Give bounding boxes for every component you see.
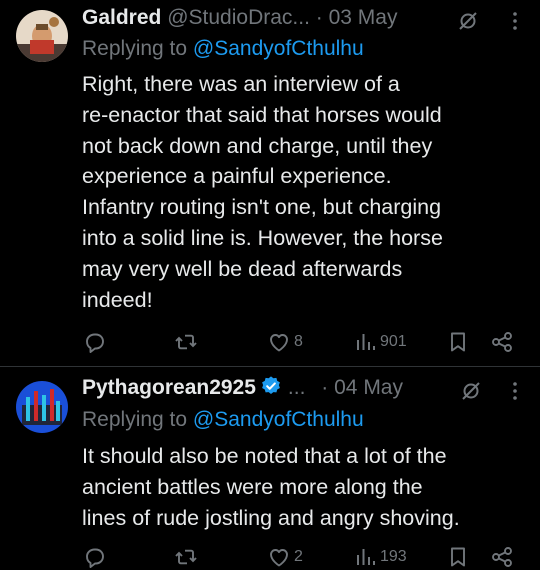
tweet-text: It should also be noted that a lot of th… [82, 441, 522, 533]
tweet-text-line: indeed! [82, 287, 153, 312]
replying-prefix: Replying to [82, 408, 188, 431]
author-handle[interactable]: @StudioDrac... [167, 6, 310, 29]
avatar-image [16, 381, 68, 433]
retweet-icon [175, 334, 197, 350]
views-icon [357, 549, 375, 565]
like-button[interactable]: 2 [267, 544, 303, 570]
bookmark-icon [451, 332, 465, 352]
replying-prefix: Replying to [82, 37, 188, 60]
bookmark-button[interactable] [446, 544, 470, 570]
more-icon[interactable] [503, 379, 527, 403]
tweet-text-line: into a solid line is. However, the horse [82, 225, 443, 250]
like-count: 2 [294, 548, 303, 565]
reply-icon [86, 333, 104, 353]
avatar[interactable] [16, 381, 68, 433]
share-button[interactable] [490, 544, 514, 570]
tweet-text-line: re-enactor that said that horses would [82, 102, 442, 127]
grok-icon[interactable] [459, 379, 483, 403]
like-icon [270, 549, 288, 567]
avatar[interactable] [16, 10, 68, 62]
author-name[interactable]: Pythagorean2925 [82, 376, 256, 399]
bookmark-button[interactable] [446, 329, 470, 355]
tweet-text-line: ancient battles were more along the [82, 474, 423, 499]
separator-dot: · [321, 376, 329, 399]
separator-dot: · [315, 6, 323, 29]
replying-to: Replying to @SandyofCthulhu [82, 34, 364, 64]
reply-icon [86, 548, 104, 568]
reply-button[interactable] [83, 329, 110, 355]
reply-button[interactable] [83, 544, 110, 570]
like-button[interactable]: 8 [267, 329, 303, 355]
name-truncation: ... [287, 376, 306, 399]
retweet-button[interactable] [174, 544, 201, 570]
tweet-text-line: lines of rude jostling and angry shoving… [82, 505, 460, 530]
replying-to: Replying to @SandyofCthulhu [82, 405, 364, 435]
share-icon [492, 332, 512, 352]
tweet-date[interactable]: 03 May [329, 6, 398, 29]
like-count: 8 [294, 333, 303, 350]
views-icon [357, 334, 375, 350]
tweet-text-line: experience a painful experience. [82, 164, 392, 189]
bookmark-icon [451, 547, 465, 567]
replying-mention-link[interactable]: @SandyofCthulhu [193, 408, 364, 431]
tweet-text-line: not back down and charge, until they [82, 133, 433, 158]
tweet[interactable]: Galdred @StudioDrac... · 03 May Replying… [0, 0, 540, 367]
tweet-text-line: It should also be noted that a lot of th… [82, 444, 447, 468]
more-icon[interactable] [503, 9, 527, 33]
tweet-text-line: Infantry routing isn't one, but charging [82, 195, 442, 220]
like-icon [270, 334, 288, 352]
tweet-text-line: may very well be dead afterwards [82, 256, 403, 281]
replying-mention-link[interactable]: @SandyofCthulhu [193, 37, 364, 60]
retweet-icon [175, 549, 197, 565]
tweet-text: Right, there was an interview of a re-en… [82, 69, 522, 315]
views-button[interactable]: 193 [355, 544, 407, 570]
views-count: 193 [380, 548, 407, 565]
tweet-date[interactable]: 04 May [334, 376, 403, 399]
retweet-button[interactable] [174, 329, 201, 355]
verified-badge-icon [262, 376, 280, 394]
grok-icon[interactable] [456, 9, 480, 33]
share-button[interactable] [490, 329, 514, 355]
share-icon [492, 547, 512, 567]
avatar-image [16, 10, 68, 62]
views-count: 901 [380, 333, 407, 350]
views-button[interactable]: 901 [355, 329, 407, 355]
tweet-text-line: Right, there was an interview of a [82, 72, 400, 96]
author-name[interactable]: Galdred [82, 6, 161, 29]
